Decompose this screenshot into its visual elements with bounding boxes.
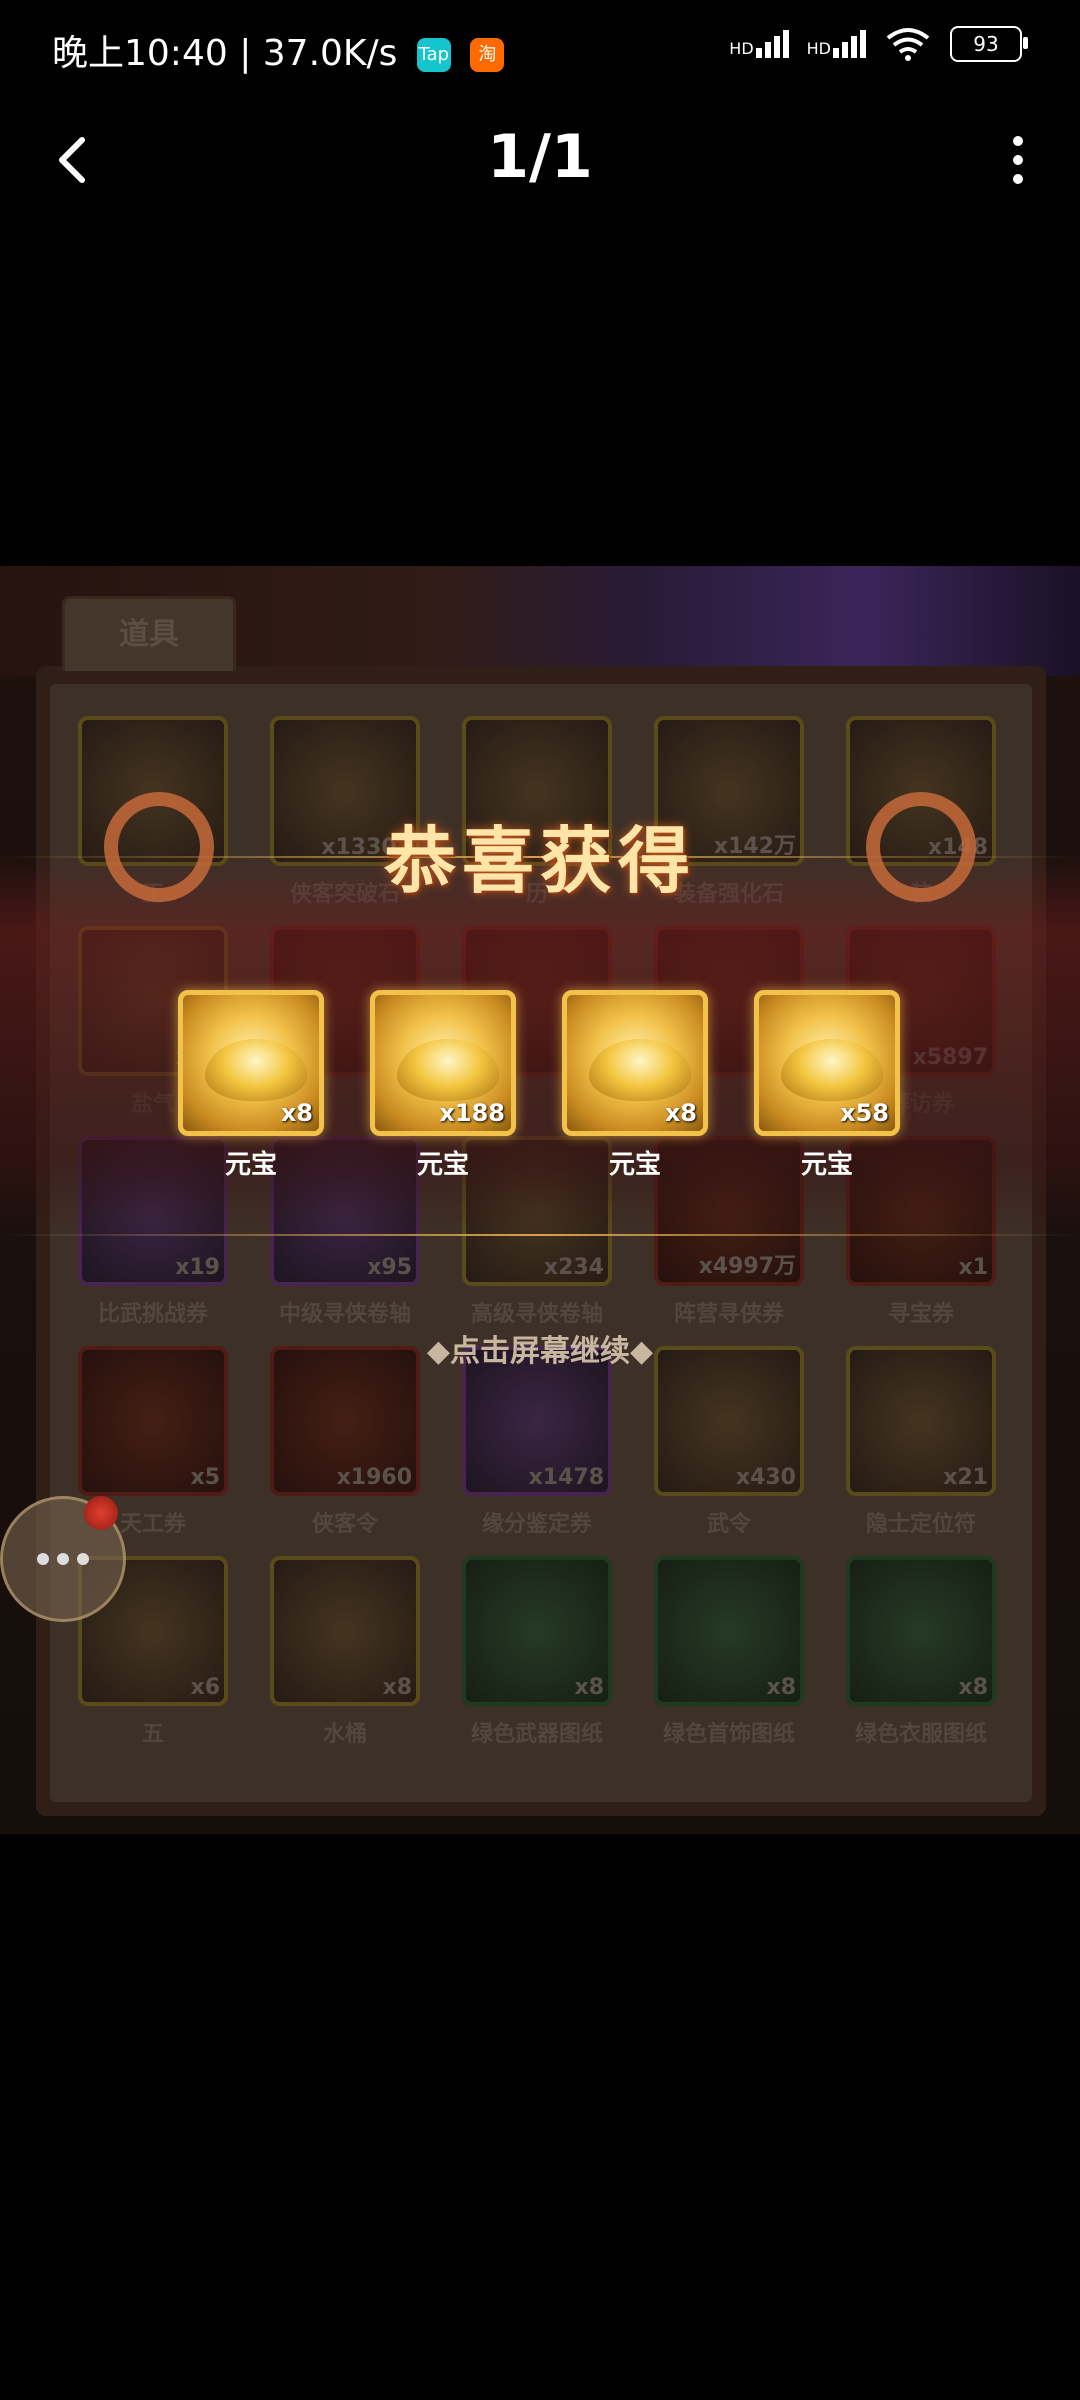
wifi-icon [886, 28, 930, 61]
reward-count: x188 [439, 1099, 505, 1127]
reward-count: x8 [664, 1099, 697, 1127]
reward-count: x58 [840, 1099, 889, 1127]
reward-list: x8 元宝 x188 元宝 x8 元宝 x58 元宝 [0, 990, 1080, 1190]
status-right: HD HD 93 [729, 26, 1028, 62]
reward-item: x58 元宝 [754, 990, 900, 1181]
reward-name: 元宝 [800, 1150, 853, 1180]
viewer-top-bar: 1/1 [0, 100, 1080, 220]
gold-ingot-icon: x58 [754, 990, 900, 1136]
reward-count: x8 [280, 1099, 313, 1127]
reward-title: 恭喜获得 [383, 818, 696, 903]
gold-ingot-icon: x8 [562, 990, 708, 1136]
reward-item: x8 元宝 [562, 990, 708, 1181]
reward-name: 元宝 [608, 1150, 661, 1180]
taobao-icon: 淘 [470, 38, 505, 72]
more-vertical-icon [1013, 136, 1023, 146]
gold-ingot-icon: x188 [370, 990, 516, 1136]
tap-to-continue[interactable]: ◆点击屏幕继续◆ [0, 1326, 1080, 1370]
game-screenshot[interactable]: 道具 正x13302侠客突破石历x142万装备强化石x148装x10盐气x589… [0, 566, 1080, 1834]
reward-name: 元宝 [416, 1150, 469, 1180]
signal-icon: HD [729, 30, 789, 58]
signal-icon: HD [807, 30, 866, 58]
gold-ingot-icon: x8 [178, 990, 324, 1136]
status-left: 晚上10:40 | 37.0K/s Tap 淘 [52, 24, 505, 76]
battery-icon: 93 [950, 26, 1028, 62]
reward-item: x188 元宝 [370, 990, 516, 1181]
more-options-button[interactable] [986, 128, 1050, 192]
reward-item: x8 元宝 [178, 990, 324, 1181]
status-time-speed: 晚上10:40 | 37.0K/s [52, 33, 398, 74]
reward-name: 元宝 [224, 1150, 277, 1180]
notification-dot [84, 1496, 118, 1530]
status-bar: 晚上10:40 | 37.0K/s Tap 淘 HD HD 93 [0, 0, 1080, 96]
page-counter: 1/1 [487, 122, 593, 192]
battery-level: 93 [973, 32, 999, 56]
taptap-icon: Tap [416, 38, 451, 72]
